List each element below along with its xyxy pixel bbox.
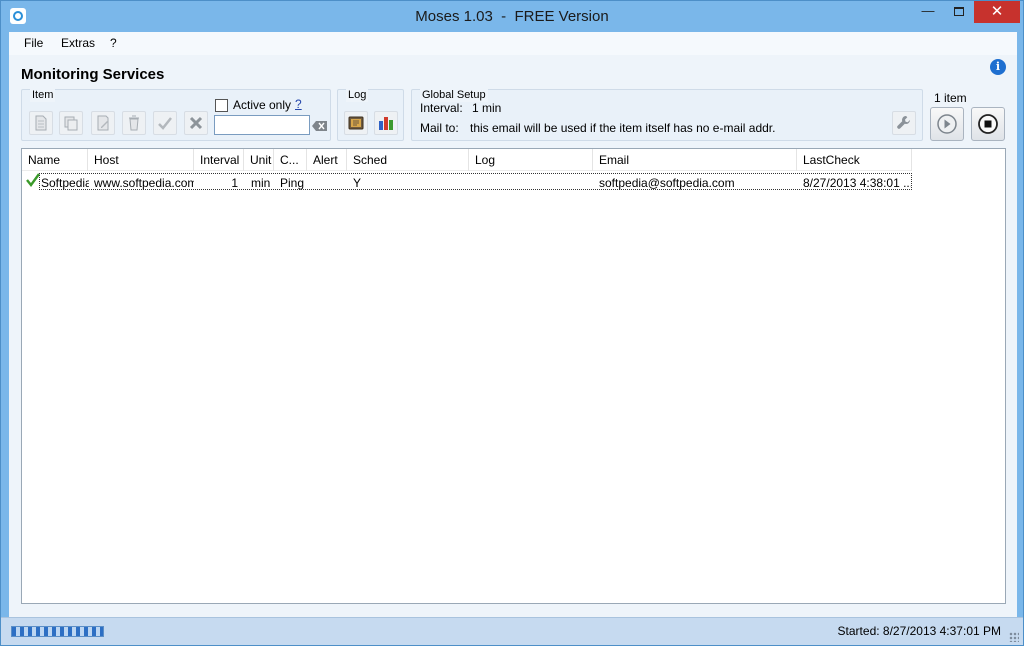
page-title: Monitoring Services [21, 66, 165, 83]
cell-unit: min [251, 176, 271, 190]
mailto-label: Mail to: [420, 121, 459, 135]
copy-item-button[interactable] [59, 111, 83, 135]
column-log[interactable]: Log [469, 149, 593, 171]
resize-grip-icon[interactable] [1009, 632, 1019, 642]
menu-extras[interactable]: Extras [61, 36, 95, 50]
cell-sched: Y [353, 176, 362, 190]
client-area: File Extras ? Monitoring Services i Item [9, 32, 1017, 617]
title-bar[interactable]: Moses 1.03 - FREE Version — ✕ [1, 1, 1023, 32]
menu-help[interactable]: ? [110, 36, 117, 50]
log-viewer-button[interactable] [344, 111, 368, 135]
maximize-button[interactable] [944, 1, 974, 23]
services-table[interactable]: Name Host Interval Unit C... Alert Sched… [21, 148, 1006, 604]
cell-host: www.softpedia.com [94, 176, 194, 190]
column-host[interactable]: Host [88, 149, 194, 171]
activate-check-icon [158, 117, 172, 130]
maximize-icon [954, 7, 964, 16]
cell-interval: 1 [231, 176, 238, 190]
window-title: Moses 1.03 - FREE Version [415, 8, 609, 25]
cell-check: Ping [280, 176, 305, 190]
edit-item-button[interactable] [91, 111, 115, 135]
stop-icon [978, 114, 998, 134]
delete-item-button[interactable] [122, 111, 146, 135]
column-lastcheck[interactable]: LastCheck [797, 149, 912, 171]
activate-button[interactable] [153, 111, 177, 135]
wrench-icon [897, 116, 910, 129]
menu-file[interactable]: File [24, 36, 43, 50]
edit-item-icon [97, 115, 109, 131]
deactivate-button[interactable] [184, 111, 208, 135]
item-count: 1 item [934, 91, 967, 105]
active-only-help-link[interactable]: ? [295, 97, 302, 111]
close-button[interactable]: ✕ [974, 1, 1020, 23]
log-group: Log [337, 89, 404, 141]
status-ok-icon [26, 173, 40, 187]
interval-label: Interval: [420, 101, 463, 115]
menu-bar: File Extras ? [9, 32, 1017, 55]
new-item-icon [35, 115, 47, 131]
global-settings-button[interactable] [892, 111, 916, 135]
info-icon[interactable]: i [990, 59, 1006, 75]
log-chart-button[interactable] [374, 111, 398, 135]
log-group-label: Log [346, 89, 369, 102]
column-unit[interactable]: Unit [244, 149, 274, 171]
column-check[interactable]: C... [274, 149, 307, 171]
log-viewer-icon [348, 116, 364, 130]
clear-filter-icon[interactable] [312, 120, 328, 132]
minimize-button[interactable]: — [913, 1, 943, 23]
status-bar: Started: 8/27/2013 4:37:01 PM [1, 617, 1023, 645]
filter-input[interactable] [214, 115, 310, 135]
column-email[interactable]: Email [593, 149, 797, 171]
app-window: Moses 1.03 - FREE Version — ✕ File Extra… [0, 0, 1024, 646]
interval-value[interactable]: 1 min [472, 101, 501, 115]
new-item-button[interactable] [29, 111, 53, 135]
active-only-checkbox[interactable] [215, 99, 228, 112]
log-chart-icon [379, 117, 393, 130]
activity-progress-bar [11, 626, 104, 637]
column-alert[interactable]: Alert [307, 149, 347, 171]
delete-item-icon [129, 115, 139, 131]
global-setup-group: Global Setup Interval: 1 min Mail to: th… [411, 89, 923, 141]
item-group: Item Active only ? [21, 89, 331, 141]
table-header: Name Host Interval Unit C... Alert Sched… [22, 149, 912, 171]
status-text: Started: 8/27/2013 4:37:01 PM [837, 624, 1001, 638]
mailto-note: this email will be used if the item itse… [470, 121, 776, 135]
cell-lastcheck: 8/27/2013 4:38:01 ... [803, 176, 911, 190]
active-only-label: Active only [233, 98, 292, 112]
cell-name: Softpedia [41, 176, 89, 190]
play-icon [937, 114, 957, 134]
cell-email: softpedia@softpedia.com [599, 176, 735, 190]
copy-item-icon [64, 116, 78, 131]
column-interval[interactable]: Interval [194, 149, 244, 171]
main-content: Monitoring Services i Item Active only ?… [9, 55, 1017, 617]
column-sched[interactable]: Sched [347, 149, 469, 171]
stop-button[interactable] [971, 107, 1005, 141]
start-button[interactable] [930, 107, 964, 141]
deactivate-x-icon [189, 116, 203, 130]
item-group-label: Item [30, 89, 56, 102]
column-name[interactable]: Name [22, 149, 88, 171]
